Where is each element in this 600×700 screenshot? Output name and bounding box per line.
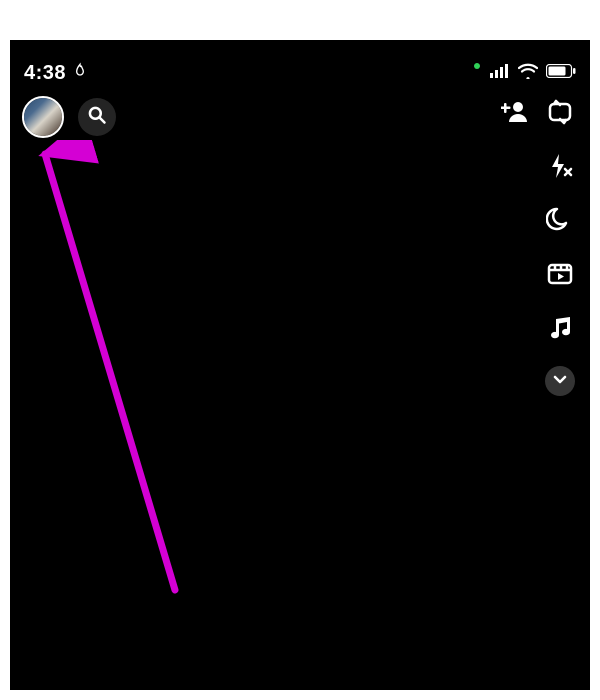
top-right-controls (500, 100, 530, 126)
collapse-rail-button[interactable] (545, 366, 575, 396)
wifi-icon (518, 63, 538, 84)
status-time: 4:38 (24, 62, 66, 85)
music-icon (546, 314, 574, 347)
avatar-image (24, 98, 62, 136)
video-clip-button[interactable] (542, 258, 578, 294)
annotation-arrow (25, 140, 195, 600)
flash-button[interactable] (542, 150, 578, 186)
video-clip-icon (546, 260, 574, 293)
night-mode-icon (546, 206, 574, 239)
top-left-controls (22, 96, 116, 138)
add-friend-icon (501, 99, 529, 128)
flip-camera-icon (546, 98, 574, 131)
status-bar: 4:38 (10, 58, 590, 88)
cellular-signal-icon (490, 64, 510, 83)
camera-screen: 4:38 (10, 40, 590, 690)
chevron-down-icon (552, 371, 568, 392)
flash-off-icon (546, 152, 574, 185)
add-friend-button[interactable] (500, 100, 530, 126)
search-icon (87, 105, 107, 130)
night-mode-button[interactable] (542, 204, 578, 240)
flip-camera-button[interactable] (542, 96, 578, 132)
camera-tool-rail (540, 96, 580, 396)
search-button[interactable] (78, 98, 116, 136)
music-button[interactable] (542, 312, 578, 348)
status-right (474, 63, 576, 84)
flame-icon (72, 61, 88, 86)
privacy-indicator-dot (474, 63, 480, 69)
profile-avatar[interactable] (22, 96, 64, 138)
status-left: 4:38 (24, 61, 88, 86)
battery-icon (546, 64, 576, 83)
